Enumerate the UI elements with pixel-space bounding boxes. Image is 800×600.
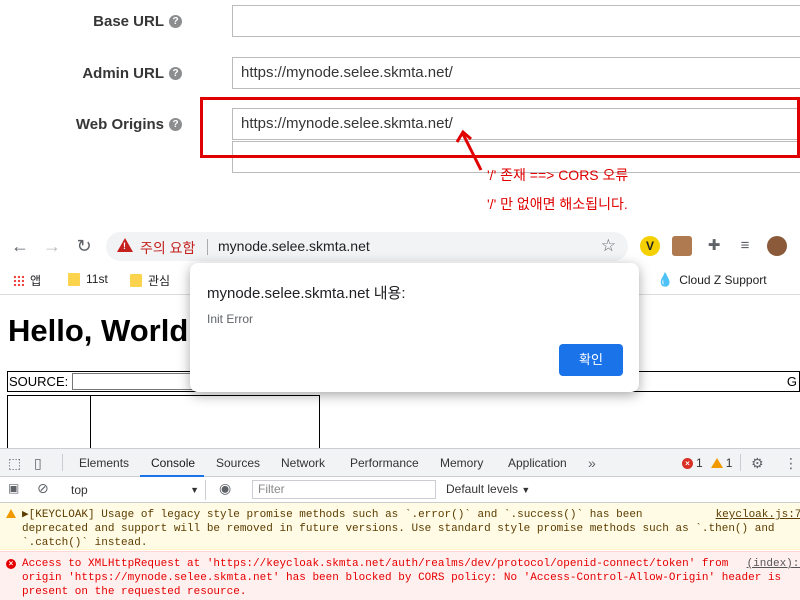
log-line: `.catch()` instead. (22, 537, 148, 549)
help-icon[interactable]: ? (169, 15, 182, 28)
cloud-z-icon: 💧 (657, 272, 674, 287)
warning-count: 1 (725, 456, 733, 470)
forward-icon[interactable]: → (41, 235, 63, 257)
table-divider (90, 396, 91, 450)
annotation-line-1: '/' 존재 ==> CORS 오류 (487, 167, 629, 183)
log-line: deprecated and support will be removed i… (22, 523, 775, 535)
admin-url-row: Admin URL ? https://mynode.selee.skmta.n… (0, 57, 800, 91)
issue-counter[interactable]: × 1 1 (682, 456, 732, 470)
error-icon: × (682, 457, 693, 469)
log-line: Access to XMLHttpRequest at 'https://key… (22, 558, 729, 570)
tabbar-divider (740, 454, 741, 471)
extension-avatar-icon[interactable] (672, 236, 692, 256)
annotation-highlight-box (200, 97, 800, 158)
admin-url-label: Admin URL ? (82, 65, 182, 82)
log-levels-dropdown[interactable]: Default levels ▼ (446, 482, 530, 496)
chevron-down-icon: ▼ (190, 485, 199, 495)
tab-application[interactable]: Application (508, 456, 567, 470)
reload-icon[interactable]: ↻ (73, 235, 95, 257)
annotation-arrow-icon (455, 129, 483, 171)
eye-icon[interactable]: ◉ (219, 480, 231, 497)
apps-grid-icon (13, 275, 24, 286)
bookmark-11st[interactable]: 11st (68, 272, 108, 286)
chevron-down-icon: ▼ (521, 485, 531, 495)
bookmark-star-icon[interactable]: ☆ (601, 236, 616, 256)
help-icon[interactable]: ? (169, 67, 182, 80)
address-separator (207, 239, 208, 255)
log-line: origin 'https://mynode.selee.skmta.net' … (22, 572, 782, 584)
security-warning-label[interactable]: 주의 요함 (140, 238, 195, 258)
sidebar-toggle-icon[interactable]: ▣ (8, 481, 19, 495)
error-count: 1 (696, 456, 703, 470)
clear-console-icon[interactable]: ⊘ (37, 480, 49, 497)
console-error-message[interactable]: × Access to XMLHttpRequest at 'https://k… (0, 551, 800, 600)
media-control-icon[interactable]: ≡ (734, 235, 756, 257)
alert-dialog: mynode.selee.skmta.net 내용: Init Error 확인 (190, 263, 639, 392)
context-selector[interactable]: top ▼ (62, 480, 206, 500)
more-options-icon[interactable]: ⋮ (784, 455, 798, 472)
dialog-title: mynode.selee.skmta.net 내용: (207, 285, 406, 302)
console-filter-bar: ▣ ⊘ top ▼ ◉ Filter Default levels ▼ (0, 477, 800, 503)
page-heading: Hello, World (8, 313, 189, 348)
tab-network[interactable]: Network (281, 456, 325, 470)
warning-icon (710, 458, 723, 468)
devtools-panel: ⬚ ▯ Elements Console Sources Network Per… (0, 448, 800, 600)
help-icon[interactable]: ? (169, 118, 182, 131)
base-url-label-text: Base URL (93, 13, 164, 30)
device-toolbar-icon[interactable]: ▯ (34, 455, 42, 472)
log-line: ▶[KEYCLOAK] Usage of legacy style promis… (22, 509, 643, 521)
web-origins-label-text: Web Origins (75, 116, 164, 133)
admin-url-input[interactable]: https://mynode.selee.skmta.net/ (232, 57, 800, 89)
more-tabs-icon[interactable]: » (588, 455, 596, 471)
dialog-message: Init Error (207, 312, 254, 326)
extensions-puzzle-icon[interactable]: ✚ (703, 235, 725, 257)
settings-gear-icon[interactable]: ⚙ (751, 455, 764, 472)
log-line: present on the requested resource. (22, 586, 247, 598)
address-url[interactable]: mynode.selee.skmta.net (218, 238, 370, 254)
console-warning-message[interactable]: ▶[KEYCLOAK] Usage of legacy style promis… (0, 503, 800, 550)
source-right-label: G (786, 374, 797, 389)
base-url-label: Base URL ? (93, 13, 182, 30)
web-origins-label: Web Origins ? (76, 116, 182, 133)
dialog-ok-button[interactable]: 확인 (559, 344, 623, 376)
warning-icon (6, 509, 16, 523)
back-icon[interactable]: ← (9, 235, 31, 257)
browser-toolbar: ← → ↻ ! 주의 요함 mynode.selee.skmta.net ☆ V… (0, 226, 800, 266)
tab-sources[interactable]: Sources (216, 456, 260, 470)
inspect-element-icon[interactable]: ⬚ (8, 455, 21, 472)
tabbar-divider (62, 454, 63, 471)
log-source-link[interactable]: keycloak.js:73 (711, 508, 800, 522)
admin-url-label-text: Admin URL (82, 65, 164, 82)
bookmark-cloud-z-support[interactable]: 💧 Cloud Z Support (657, 272, 767, 288)
devtools-tabbar: ⬚ ▯ Elements Console Sources Network Per… (0, 449, 800, 477)
filter-input[interactable]: Filter (252, 480, 436, 499)
bookmark-apps[interactable]: 앱 (13, 272, 41, 289)
profile-avatar[interactable] (767, 236, 787, 256)
error-icon: × (6, 557, 16, 571)
base-url-row: Base URL ? (0, 5, 800, 39)
folder-icon (130, 274, 142, 287)
tab-elements[interactable]: Elements (79, 456, 129, 470)
annotation-line-2: '/' 만 없애면 해소됩니다. (487, 196, 628, 212)
address-bar[interactable]: ! 주의 요함 mynode.selee.skmta.net ☆ (106, 232, 628, 261)
bookmark-interest[interactable]: 관심 (130, 272, 170, 289)
content-table (7, 395, 320, 450)
tab-performance[interactable]: Performance (350, 456, 419, 470)
tab-memory[interactable]: Memory (440, 456, 483, 470)
tab-console[interactable]: Console (151, 456, 195, 470)
base-url-input[interactable] (232, 5, 800, 37)
log-source-link[interactable]: (index):1 (742, 557, 800, 571)
extension-v-icon[interactable]: V (640, 236, 660, 256)
folder-icon (68, 272, 80, 286)
source-label: SOURCE: (9, 374, 69, 389)
